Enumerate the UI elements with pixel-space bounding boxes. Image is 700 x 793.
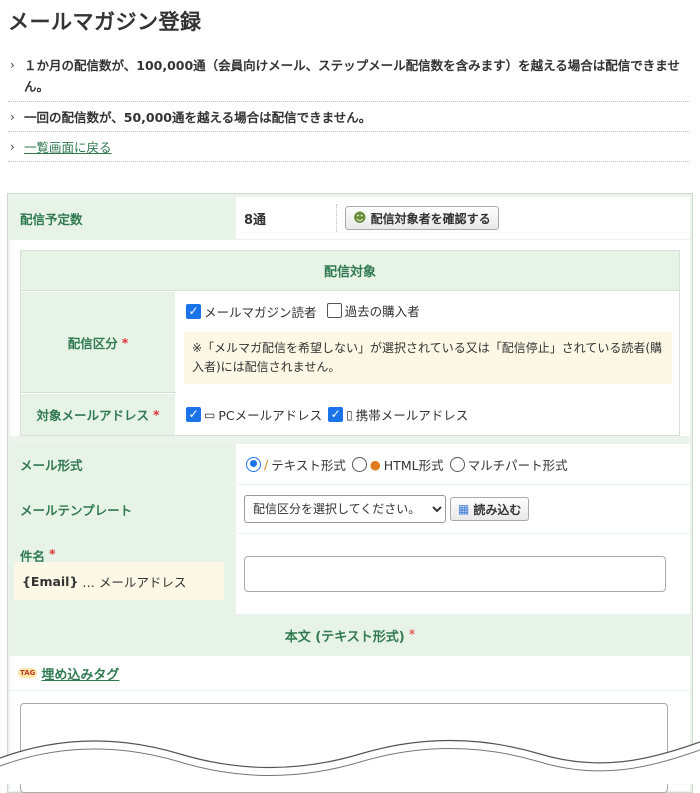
load-template-button[interactable]: ▦ 読み込む bbox=[450, 497, 530, 521]
format-label: メール形式 bbox=[10, 444, 235, 484]
page-title: メールマガジン登録 bbox=[8, 10, 202, 34]
text-format-radio[interactable] bbox=[246, 456, 261, 472]
html-format-label: HTML形式 bbox=[383, 457, 444, 473]
confirm-recipients-button[interactable]: ☻ 配信対象者を確認する bbox=[345, 206, 499, 230]
text-format-label: テキスト形式 bbox=[271, 457, 346, 473]
html-format-radio[interactable] bbox=[351, 456, 367, 472]
reader-option-label: メールマガジン読者 bbox=[204, 305, 317, 320]
required-mark: * bbox=[408, 627, 416, 643]
address-label: 対象メールアドレス bbox=[36, 408, 149, 423]
embed-tag-row: TAG 埋め込みタグ bbox=[10, 656, 690, 690]
subject-row: 件名 * {Email} … メールアドレス bbox=[10, 534, 690, 614]
address-row: 対象メールアドレス * ✓ ▭ PCメールアドレス ✓ ▯ 携帯メールアドレス bbox=[21, 394, 679, 435]
category-value-cell: ✓メールマガジン読者 ✓過去の購入者 ※「メルマガ配信を希望しない」が選択されて… bbox=[176, 292, 679, 393]
target-section: 配信対象 配信区分 * ✓メールマガジン読者 ✓過去の購入者 ※「メルマガ配信を… bbox=[10, 240, 690, 436]
template-value-cell: 配信区分を選択してください。 ▦ 読み込む bbox=[236, 485, 690, 533]
body-heading-row: 本文 (テキスト形式) * bbox=[10, 615, 690, 655]
subject-input[interactable] bbox=[244, 556, 666, 592]
notice-item: › 一回の配信数が、50,000通を越える場合は配信できません。 bbox=[8, 102, 690, 132]
email-tag-desc: … メールアドレス bbox=[82, 574, 187, 590]
address-label-cell: 対象メールアドレス * bbox=[21, 394, 175, 435]
notice-list: › １か月の配信数が、100,000通（会員向けメール、ステップメール配信数を含… bbox=[8, 50, 690, 162]
template-row: メールテンプレート 配信区分を選択してください。 ▦ 読み込む bbox=[10, 485, 690, 533]
embed-tag-link[interactable]: 埋め込みタグ bbox=[41, 664, 119, 683]
pc-address-option[interactable]: ✓ ▭ PCメールアドレス bbox=[186, 405, 322, 424]
pc-address-label: PCメールアドレス bbox=[218, 408, 323, 423]
person-icon: ☻ bbox=[353, 210, 367, 226]
load-icon: ▦ bbox=[458, 502, 470, 516]
reader-checkbox[interactable]: ✓ bbox=[186, 304, 201, 319]
tag-icon: TAG bbox=[18, 668, 38, 678]
mail-magazine-form: 配信予定数 8通 ☻ 配信対象者を確認する 配信対象 配信区分 * ✓ メールマガ… bbox=[7, 193, 693, 793]
required-mark: * bbox=[121, 334, 129, 350]
subject-hint: {Email} … メールアドレス bbox=[14, 562, 224, 600]
address-value-cell: ✓ ▭ PCメールアドレス ✓ ▯ 携帯メールアドレス bbox=[176, 394, 679, 435]
notice-text: １か月の配信数が、100,000通（会員向けメール、ステップメール配信数を含みま… bbox=[24, 58, 680, 94]
page-cut-decoration bbox=[0, 739, 700, 784]
purchaser-option-label: 過去の購入者 bbox=[344, 304, 420, 319]
mobile-address-label: 携帯メールアドレス bbox=[355, 408, 469, 423]
mobile-phone-icon: ▯ bbox=[346, 407, 353, 422]
required-mark: * bbox=[49, 546, 56, 561]
text-format-option[interactable]: / テキスト形式 bbox=[246, 455, 346, 474]
schedule-row: 配信予定数 8通 ☻ 配信対象者を確認する bbox=[10, 197, 690, 239]
palette-icon: ● bbox=[369, 456, 381, 472]
body-heading: 本文 (テキスト形式) bbox=[284, 629, 405, 645]
chevron-right-icon: › bbox=[10, 140, 15, 154]
multipart-format-radio[interactable] bbox=[449, 456, 465, 472]
notice-text: 一回の配信数が、50,000通を越える場合は配信できません。 bbox=[24, 110, 372, 125]
pencil-icon: / bbox=[264, 456, 269, 472]
category-options: ✓メールマガジン読者 ✓過去の購入者 bbox=[186, 301, 426, 321]
template-label: メールテンプレート bbox=[10, 485, 235, 533]
mobile-address-option[interactable]: ✓ ▯ 携帯メールアドレス bbox=[328, 405, 468, 424]
schedule-count: 8通 bbox=[244, 212, 267, 228]
chevron-right-icon: › bbox=[10, 110, 15, 124]
email-tag: {Email} bbox=[22, 573, 79, 589]
back-link-row: › 一覧画面に戻る bbox=[8, 132, 690, 162]
category-label-cell: 配信区分 * bbox=[21, 292, 175, 392]
subject-value-cell bbox=[236, 534, 690, 614]
target-table: 配信対象 配信区分 * ✓メールマガジン読者 ✓過去の購入者 ※「メルマガ配信を… bbox=[20, 250, 680, 436]
notice-item: › １か月の配信数が、100,000通（会員向けメール、ステップメール配信数を含… bbox=[8, 50, 690, 102]
confirm-recipients-label: 配信対象者を確認する bbox=[370, 211, 491, 226]
purchaser-option[interactable]: ✓過去の購入者 bbox=[326, 301, 420, 320]
required-mark: * bbox=[152, 407, 160, 422]
pc-address-checkbox[interactable]: ✓ bbox=[186, 407, 201, 422]
chevron-right-icon: › bbox=[10, 58, 15, 72]
subject-label-cell: 件名 * {Email} … メールアドレス bbox=[10, 534, 235, 614]
load-template-label: 読み込む bbox=[473, 502, 522, 517]
html-format-option[interactable]: ● HTML形式 bbox=[351, 455, 444, 474]
multipart-format-label: マルチパート形式 bbox=[467, 457, 568, 473]
format-row: メール形式 / テキスト形式 ● HTML形式 マルチパート形式 bbox=[10, 444, 690, 484]
back-to-list-link[interactable]: 一覧画面に戻る bbox=[24, 140, 112, 155]
schedule-label: 配信予定数 bbox=[10, 197, 235, 239]
reader-option[interactable]: ✓ メールマガジン読者 bbox=[186, 302, 317, 321]
purchaser-checkbox[interactable]: ✓ bbox=[326, 303, 342, 318]
unsubscribe-notice: ※「メルマガ配信を希望しない」が選択されている又は「配信停止」されている読者(購… bbox=[184, 332, 672, 384]
multipart-format-option[interactable]: マルチパート形式 bbox=[449, 455, 568, 474]
schedule-value-cell: 8通 ☻ 配信対象者を確認する bbox=[236, 197, 690, 239]
monitor-icon: ▭ bbox=[204, 407, 216, 422]
template-select[interactable]: 配信区分を選択してください。 bbox=[244, 495, 446, 523]
divider bbox=[336, 204, 337, 232]
format-value-cell: / テキスト形式 ● HTML形式 マルチパート形式 bbox=[236, 444, 690, 484]
target-heading: 配信対象 bbox=[21, 251, 679, 291]
category-row: 配信区分 * ✓メールマガジン読者 ✓過去の購入者 ※「メルマガ配信を希望しない… bbox=[21, 292, 679, 393]
mobile-address-checkbox[interactable]: ✓ bbox=[328, 407, 344, 422]
category-label: 配信区分 bbox=[67, 335, 118, 351]
